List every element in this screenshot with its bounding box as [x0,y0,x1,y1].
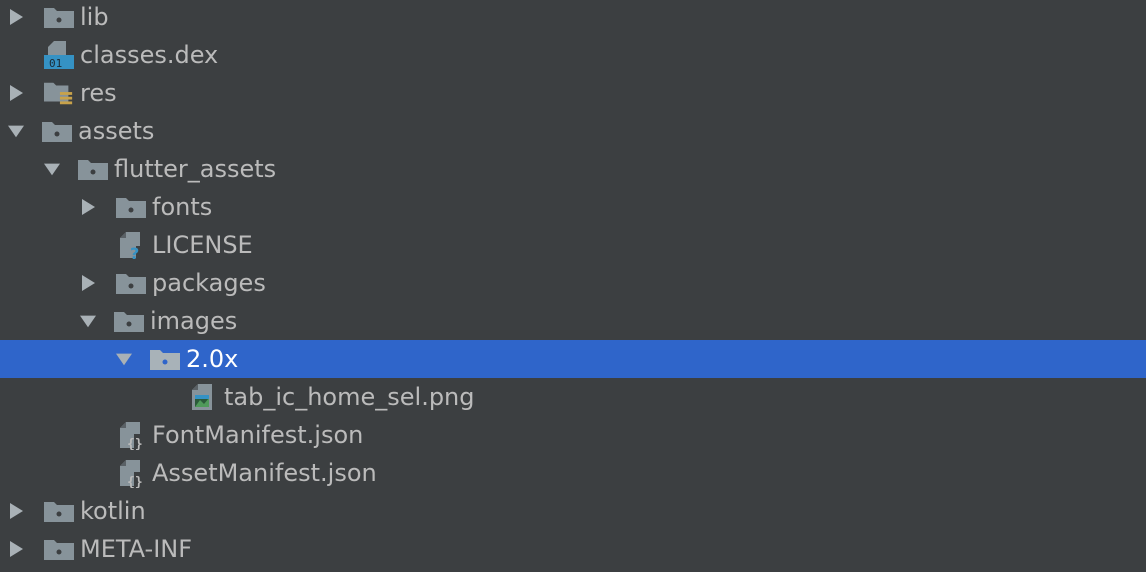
tree-item-label: FontManifest.json [152,421,364,449]
chevron-down-icon[interactable] [80,311,96,331]
tree-item-label: META-INF [80,535,193,563]
tree-row-meta-inf[interactable]: META-INF [0,530,1146,568]
chevron-right-icon[interactable] [8,539,24,559]
tree-item-label: res [80,79,117,107]
chevron-right-icon[interactable] [80,197,96,217]
tree-item-label: flutter_assets [114,155,277,183]
chevron-right-icon[interactable] [8,83,24,103]
resource-folder-icon [44,79,74,107]
tree-item-label: classes.dex [80,41,219,69]
tree-item-label: 2.0x [186,345,239,373]
tree-item-label: tab_ic_home_sel.png [224,383,475,411]
tree-row-assets[interactable]: assets [0,112,1146,150]
tree-row-tab-ic-home-sel[interactable]: tab_ic_home_sel.png [0,378,1146,416]
folder-icon [78,155,108,183]
project-file-tree: lib 01 classes.dex res assets flutter_as… [0,0,1146,572]
json-file-icon: {} [116,459,146,488]
folder-icon [150,345,180,373]
tree-item-label: packages [152,269,266,297]
tree-item-label: AssetManifest.json [152,459,377,487]
tree-row-kotlin[interactable]: kotlin [0,492,1146,530]
chevron-right-icon[interactable] [8,7,24,27]
tree-row-classes-dex[interactable]: 01 classes.dex [0,36,1146,74]
tree-row-flutter-assets[interactable]: flutter_assets [0,150,1146,188]
folder-icon [114,307,144,335]
tree-item-label: LICENSE [152,231,253,259]
folder-icon [44,497,74,525]
svg-text:?: ? [130,244,139,260]
tree-row-fontmanifest-json[interactable]: {} FontManifest.json [0,416,1146,454]
folder-icon [116,269,146,297]
folder-icon [44,3,74,31]
tree-item-label: fonts [152,193,213,221]
tree-item-label: assets [78,117,155,145]
folder-icon [116,193,146,221]
dex-file-icon: 01 [44,41,74,69]
chevron-down-icon[interactable] [44,159,60,179]
tree-row-res[interactable]: res [0,74,1146,112]
chevron-down-icon[interactable] [116,349,132,369]
tree-row-images[interactable]: images [0,302,1146,340]
tree-row-packages[interactable]: packages [0,264,1146,302]
tree-item-label: lib [80,3,109,31]
chevron-down-icon[interactable] [8,121,24,141]
unknown-file-icon: ? [116,231,146,260]
tree-item-label: images [150,307,238,335]
tree-row-license[interactable]: ? LICENSE [0,226,1146,264]
tree-row-fonts[interactable]: fonts [0,188,1146,226]
tree-row-assetmanifest-json[interactable]: {} AssetManifest.json [0,454,1146,492]
svg-text:{}: {} [127,475,143,488]
tree-item-label: kotlin [80,497,146,525]
tree-row-2-0x[interactable]: 2.0x [0,340,1146,378]
json-file-icon: {} [116,421,146,450]
image-file-icon [188,383,218,411]
svg-text:01: 01 [49,57,62,69]
folder-icon [44,535,74,563]
svg-text:{}: {} [127,437,143,450]
folder-icon [42,117,72,145]
chevron-right-icon[interactable] [8,501,24,521]
tree-row-lib[interactable]: lib [0,0,1146,36]
chevron-right-icon[interactable] [80,273,96,293]
